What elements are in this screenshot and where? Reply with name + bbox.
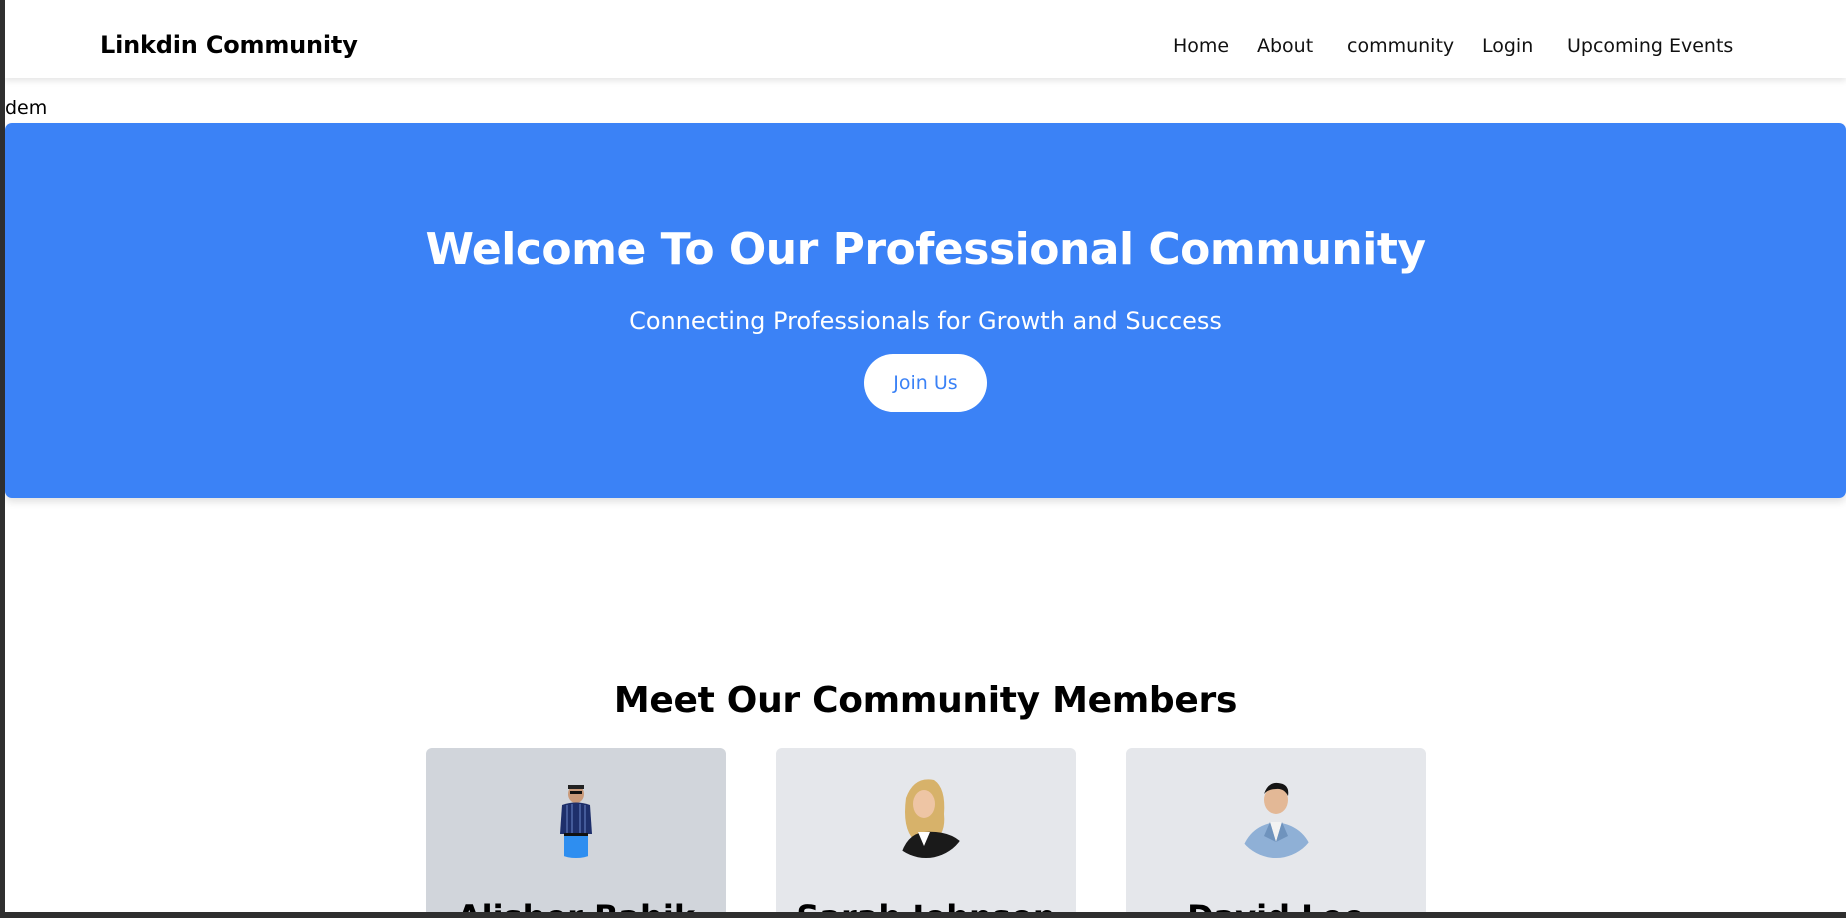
member-avatar: [884, 774, 968, 858]
navbar: Linkdin Community Home About community L…: [5, 0, 1846, 78]
browser-viewport: Linkdin Community Home About community L…: [0, 0, 1846, 918]
member-avatar: [1234, 774, 1318, 858]
member-name: Alisher Babik: [456, 898, 696, 918]
member-card[interactable]: Sarah Johnson: [776, 748, 1076, 918]
nav-link-login[interactable]: Login: [1482, 35, 1533, 57]
member-avatar: [534, 774, 618, 858]
hero-title: Welcome To Our Professional Community: [425, 224, 1426, 275]
nav-link-upcoming-events[interactable]: Upcoming Events: [1567, 35, 1733, 57]
brand-logo[interactable]: Linkdin Community: [100, 31, 358, 59]
man-standing-photo-icon: [534, 774, 618, 858]
nav-link-home[interactable]: Home: [1173, 35, 1229, 57]
hero-subtitle: Connecting Professionals for Growth and …: [629, 307, 1222, 335]
member-name: Sarah Johnson: [796, 898, 1056, 918]
members-section-title: Meet Our Community Members: [613, 680, 1238, 721]
member-name: David Lee: [1187, 898, 1365, 918]
nav-link-about[interactable]: About: [1257, 35, 1313, 57]
woman-blonde-photo-icon: [884, 774, 968, 858]
stray-text: dem: [5, 97, 48, 119]
member-card[interactable]: Alisher Babik: [426, 748, 726, 918]
member-card[interactable]: David Lee: [1126, 748, 1426, 918]
join-us-button[interactable]: Join Us: [864, 354, 987, 412]
nav-link-community[interactable]: community: [1347, 35, 1454, 57]
hero-banner: Welcome To Our Professional Community Co…: [5, 123, 1846, 498]
man-suit-photo-icon: [1234, 774, 1318, 858]
